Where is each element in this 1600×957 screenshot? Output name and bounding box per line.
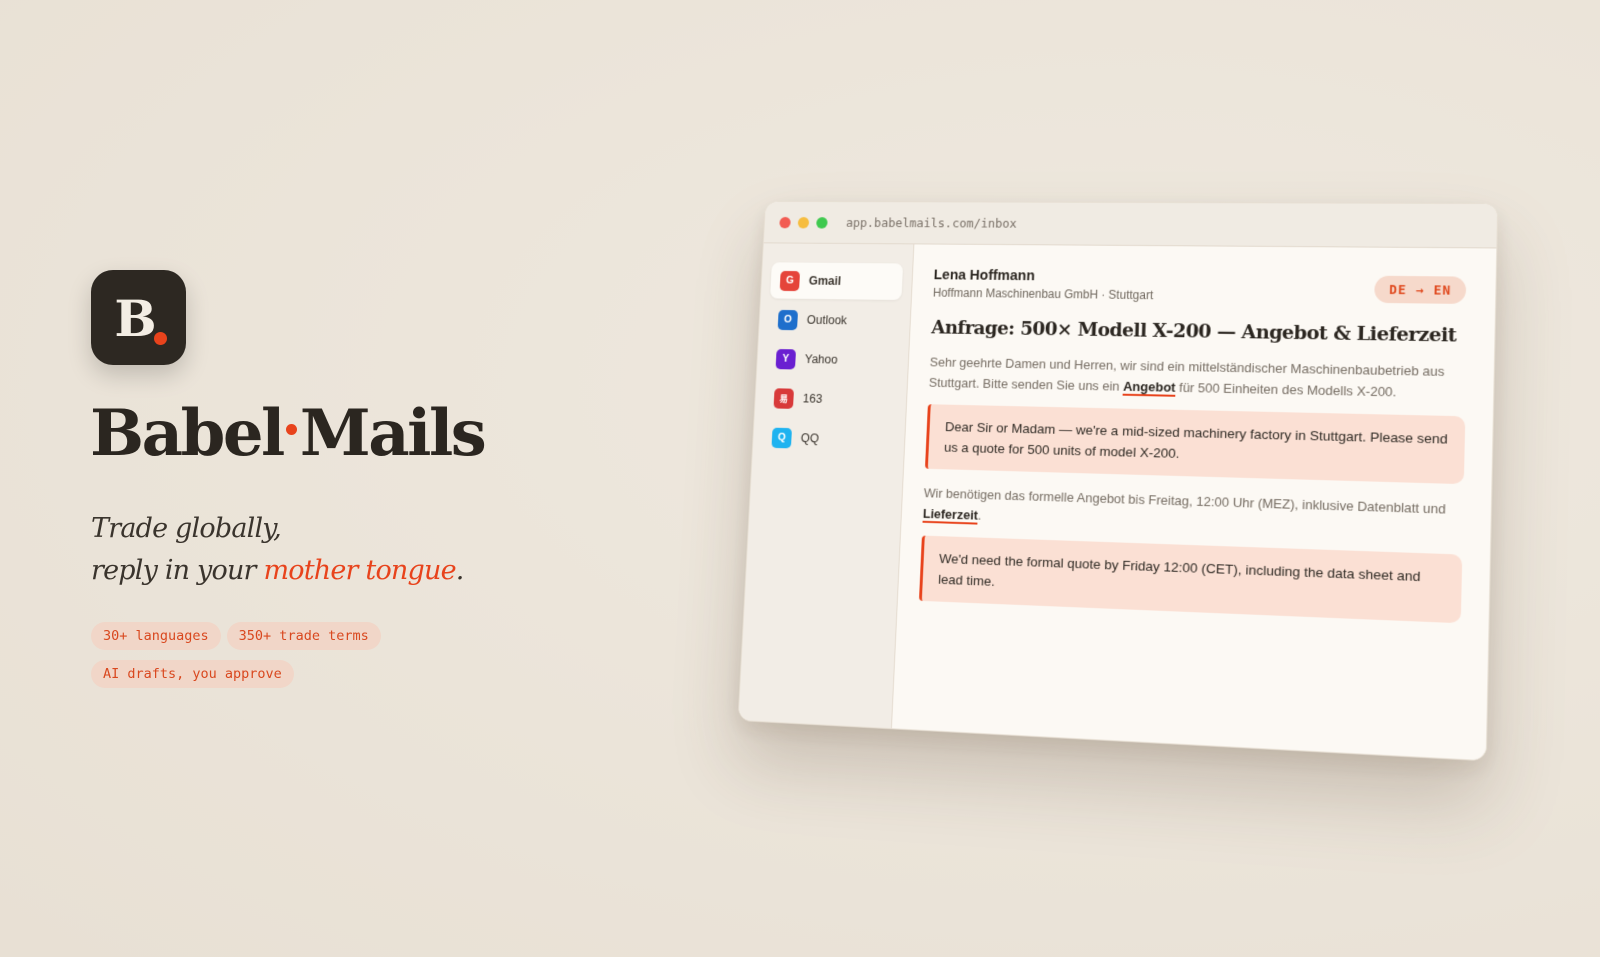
para-text: . — [977, 507, 982, 523]
tagline-line-2: reply in your mother tongue. — [91, 550, 464, 592]
sidebar-item-qq[interactable]: Q QQ — [762, 419, 896, 459]
mail-view: Lena Hoffmann Hoffmann Maschinenbau GmbH… — [891, 244, 1497, 761]
para-text: Wir benötigen das formelle Angebot bis F… — [923, 485, 1447, 517]
mail-subject: Anfrage: 500× Modell X-200 — Angebot & L… — [930, 316, 1457, 347]
title-bar: app.babelmails.com/inbox — [763, 201, 1498, 249]
tagline-suffix: . — [455, 555, 465, 586]
feature-pills: 30+ languages 350+ trade terms AI drafts,… — [91, 622, 431, 698]
address-url[interactable]: app.babelmails.com/inbox — [846, 215, 1017, 230]
maximize-window-button[interactable] — [816, 216, 828, 229]
tagline-line-1: Trade globally, — [91, 513, 282, 544]
outlook-icon: O — [777, 309, 799, 330]
app-window-mockup: app.babelmails.com/inbox G Gmail O Outlo… — [737, 200, 1499, 762]
sidebar-item-label: QQ — [800, 431, 820, 446]
browser-window: app.babelmails.com/inbox G Gmail O Outlo… — [737, 200, 1499, 762]
close-window-button[interactable] — [779, 216, 791, 228]
tagline: Trade globally, reply in your mother ton… — [91, 508, 464, 592]
trade-term-highlight[interactable]: Lieferzeit — [922, 506, 979, 525]
sidebar-item-gmail[interactable]: G Gmail — [770, 262, 904, 301]
qq-icon: Q — [771, 427, 793, 448]
translation-block-2: We'd need the formal quote by Friday 12:… — [918, 535, 1463, 624]
feature-pill-trade-terms: 350+ trade terms — [226, 622, 381, 650]
brand-wordmark: Babel Mails — [90, 396, 487, 471]
brand-part-1: Babel — [90, 396, 285, 471]
tagline-accent: mother tongue — [263, 555, 456, 586]
app-logo: B — [91, 270, 186, 365]
sidebar-item-label: 163 — [802, 391, 823, 406]
yahoo-icon: Y — [775, 348, 797, 370]
window-body: G Gmail O Outlook Y Yahoo 易 163 Q QQ Len… — [738, 243, 1497, 761]
language-pair-badge[interactable]: DE → EN — [1374, 275, 1467, 304]
translation-block-1: Dear Sir or Madam — we're a mid-sized ma… — [924, 404, 1466, 485]
brand-part-2: Mails — [299, 396, 487, 471]
sidebar-item-163[interactable]: 易 163 — [764, 379, 898, 419]
netease-163-icon: 易 — [773, 387, 795, 409]
tagline-prefix: reply in your — [91, 555, 264, 586]
logo-letter: B — [114, 288, 157, 348]
original-paragraph-1: Sehr geehrte Damen und Herren, wir sind … — [928, 352, 1466, 404]
logo-dot — [154, 332, 167, 345]
gmail-icon: G — [779, 270, 801, 291]
para-text: für 500 Einheiten des Modells X-200. — [1175, 379, 1397, 400]
account-sidebar: G Gmail O Outlook Y Yahoo 易 163 Q QQ — [738, 243, 915, 729]
brand-dot — [285, 424, 297, 435]
minimize-window-button[interactable] — [797, 216, 810, 228]
original-paragraph-2: Wir benötigen das formelle Angebot bis F… — [922, 482, 1463, 542]
feature-pill-languages: 30+ languages — [91, 622, 221, 650]
sidebar-item-yahoo[interactable]: Y Yahoo — [766, 340, 899, 379]
trade-term-highlight[interactable]: Angebot — [1122, 378, 1176, 397]
sidebar-item-label: Outlook — [806, 313, 848, 328]
sidebar-item-outlook[interactable]: O Outlook — [768, 301, 901, 339]
sidebar-item-label: Gmail — [808, 274, 842, 288]
sidebar-item-label: Yahoo — [804, 352, 838, 367]
feature-pill-ai-drafts: AI drafts, you approve — [91, 660, 294, 688]
